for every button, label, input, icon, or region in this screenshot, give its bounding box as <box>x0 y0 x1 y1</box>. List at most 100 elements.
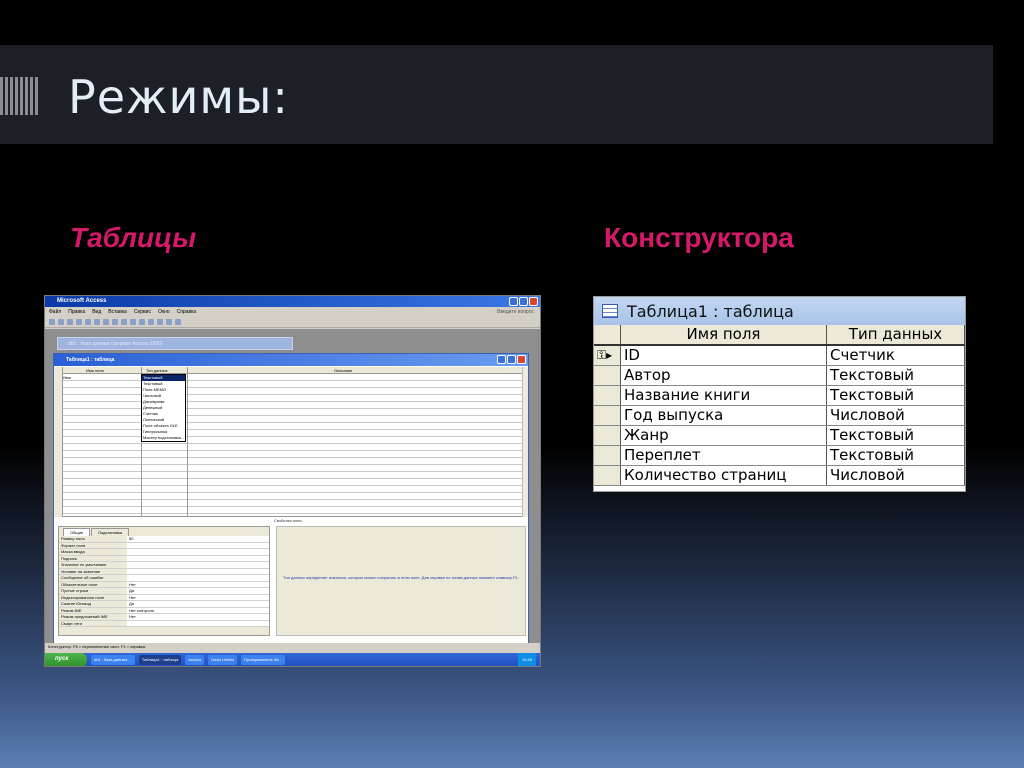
field-name-cell[interactable]: Количество страниц <box>621 466 827 485</box>
property-help-text: Тип данных определяет значения, которые … <box>276 526 526 636</box>
taskbar-button-active[interactable]: Таблица1 : таблица <box>138 655 182 665</box>
data-type-cell[interactable]: Текстовый <box>827 366 965 385</box>
decorative-stripes <box>0 77 38 115</box>
header-data-type: Тип данных <box>827 325 965 344</box>
dropdown-option[interactable]: Мастер подстановок... <box>142 435 185 441</box>
minimize-button[interactable] <box>509 297 518 306</box>
menu-help[interactable]: Справка <box>177 309 197 315</box>
table-icon <box>602 304 618 318</box>
field-name-cell[interactable]: Жанр <box>621 426 827 445</box>
field-name-cell[interactable]: Автор <box>621 366 827 385</box>
table-row[interactable]: Название книги Текстовый <box>594 386 965 406</box>
menu-bar: Файл Правка Вид Вставка Сервис Окно Спра… <box>45 307 540 317</box>
insert-row-icon[interactable] <box>121 319 127 325</box>
tab-general[interactable]: Общие <box>63 528 91 536</box>
table-design-window: Таблица1 : таблица Имя поля Тип данных О… <box>53 353 529 648</box>
delete-row-icon[interactable] <box>130 319 136 325</box>
data-type-dropdown[interactable]: Текстовый Текстовый Поле MEMO Числовой Д… <box>141 374 186 442</box>
data-type-cell[interactable]: Счетчик <box>827 346 965 365</box>
property-row[interactable]: Смарт-теги <box>59 620 269 627</box>
paste-icon[interactable] <box>94 319 100 325</box>
new-object-icon[interactable] <box>166 319 172 325</box>
design-titlebar: Таблица1 : таблица <box>594 297 965 325</box>
mdi-area: db1 : база данных (формат Access 2000) Т… <box>45 329 540 651</box>
slide-title: Режимы: <box>68 70 289 124</box>
table-maximize-button[interactable] <box>507 355 516 364</box>
menu-insert[interactable]: Вставка <box>108 309 127 315</box>
design-title: Таблица1 : таблица <box>627 301 794 321</box>
copy-icon[interactable] <box>85 319 91 325</box>
header-description: Описание <box>334 368 353 373</box>
access-window-screenshot: Microsoft Access Файл Правка Вид Вставка… <box>44 295 541 667</box>
field-name-cell[interactable]: ID <box>621 346 827 365</box>
heading-tables: Таблицы <box>70 222 197 253</box>
row-selector[interactable] <box>594 466 621 485</box>
windows-taskbar: пуск db1 : база данных ... Таблица1 : та… <box>45 653 540 666</box>
data-type-cell[interactable]: Текстовый <box>827 446 965 465</box>
maximize-button[interactable] <box>519 297 528 306</box>
data-type-cell[interactable]: Текстовый <box>827 386 965 405</box>
data-type-cell[interactable]: Числовой <box>827 406 965 425</box>
field-properties-panel: Общие Подстановка Размер поля 50 Формат п… <box>58 526 270 636</box>
taskbar-button[interactable]: db1 : база данных ... <box>91 655 135 665</box>
row-selector[interactable] <box>594 386 621 405</box>
properties-icon[interactable] <box>139 319 145 325</box>
vertical-scrollbar[interactable] <box>522 367 528 517</box>
menu-window[interactable]: Окно <box>158 309 170 315</box>
save-icon[interactable] <box>58 319 64 325</box>
field-name-cell[interactable]: Год выпуска <box>621 406 827 425</box>
help-search-input[interactable]: Введите вопрос <box>497 309 534 315</box>
field-grid[interactable]: Имя поля Тип данных Описание Имя Текстов… <box>54 367 524 517</box>
cut-icon[interactable] <box>76 319 82 325</box>
row-selector[interactable] <box>594 406 621 425</box>
access-title: Microsoft Access <box>57 298 107 304</box>
taskbar-button[interactable]: Проигрыватель Wi... <box>241 655 285 665</box>
menu-edit[interactable]: Правка <box>68 309 85 315</box>
row-selector[interactable]: ⚿▸ <box>594 346 621 365</box>
table-row[interactable]: ⚿▸ ID Счетчик <box>594 346 965 366</box>
row-selector-column[interactable] <box>54 367 63 517</box>
taskbar-button[interactable]: Dead Letters <box>208 655 238 665</box>
menu-tools[interactable]: Сервис <box>134 309 151 315</box>
db-window-icon[interactable] <box>157 319 163 325</box>
build-icon[interactable] <box>148 319 154 325</box>
row-selector[interactable] <box>594 366 621 385</box>
close-button[interactable] <box>529 297 538 306</box>
row-selector[interactable] <box>594 446 621 465</box>
table-row[interactable]: Автор Текстовый <box>594 366 965 386</box>
field-name-cell[interactable]: Название книги <box>621 386 827 405</box>
field-name-cell[interactable]: Переплет <box>621 446 827 465</box>
table-row[interactable]: Жанр Текстовый <box>594 426 965 446</box>
grid-header: Имя поля Тип данных Описание <box>54 367 524 374</box>
table-row[interactable]: Количество страниц Числовой <box>594 466 965 486</box>
properties-list: Размер поля 50 Формат поля Маска ввода По… <box>59 536 269 627</box>
header-data-type: Тип данных <box>146 368 168 373</box>
table-minimize-button[interactable] <box>497 355 506 364</box>
print-icon[interactable] <box>67 319 73 325</box>
help-icon[interactable] <box>175 319 181 325</box>
row-selector[interactable] <box>594 426 621 445</box>
design-header-row: Имя поля Тип данных <box>594 325 965 346</box>
heading-designer: Конструктора <box>604 222 794 253</box>
start-button[interactable]: пуск <box>45 653 87 666</box>
properties-label: Свойства поля <box>274 518 302 523</box>
menu-view[interactable]: Вид <box>92 309 101 315</box>
taskbar-button[interactable]: Access <box>185 655 205 665</box>
grid-divider <box>187 367 188 517</box>
access-titlebar: Microsoft Access <box>45 296 540 307</box>
data-type-cell[interactable]: Числовой <box>827 466 965 485</box>
database-window-minimized[interactable]: db1 : база данных (формат Access 2000) <box>57 337 293 350</box>
menu-file[interactable]: Файл <box>49 309 61 315</box>
table-row[interactable]: Год выпуска Числовой <box>594 406 965 426</box>
header-field-name: Имя поля <box>86 368 104 373</box>
table-close-button[interactable] <box>517 355 526 364</box>
data-type-cell[interactable]: Текстовый <box>827 426 965 445</box>
table-window-titlebar: Таблица1 : таблица <box>54 354 528 366</box>
system-tray-clock: 19:45 <box>517 653 536 666</box>
key-icon[interactable] <box>112 319 118 325</box>
table-row[interactable]: Переплет Текстовый <box>594 446 965 466</box>
view-icon[interactable] <box>49 319 55 325</box>
first-row-field-name[interactable]: Имя <box>63 375 71 380</box>
tab-lookup[interactable]: Подстановка <box>91 528 130 536</box>
undo-icon[interactable] <box>103 319 109 325</box>
